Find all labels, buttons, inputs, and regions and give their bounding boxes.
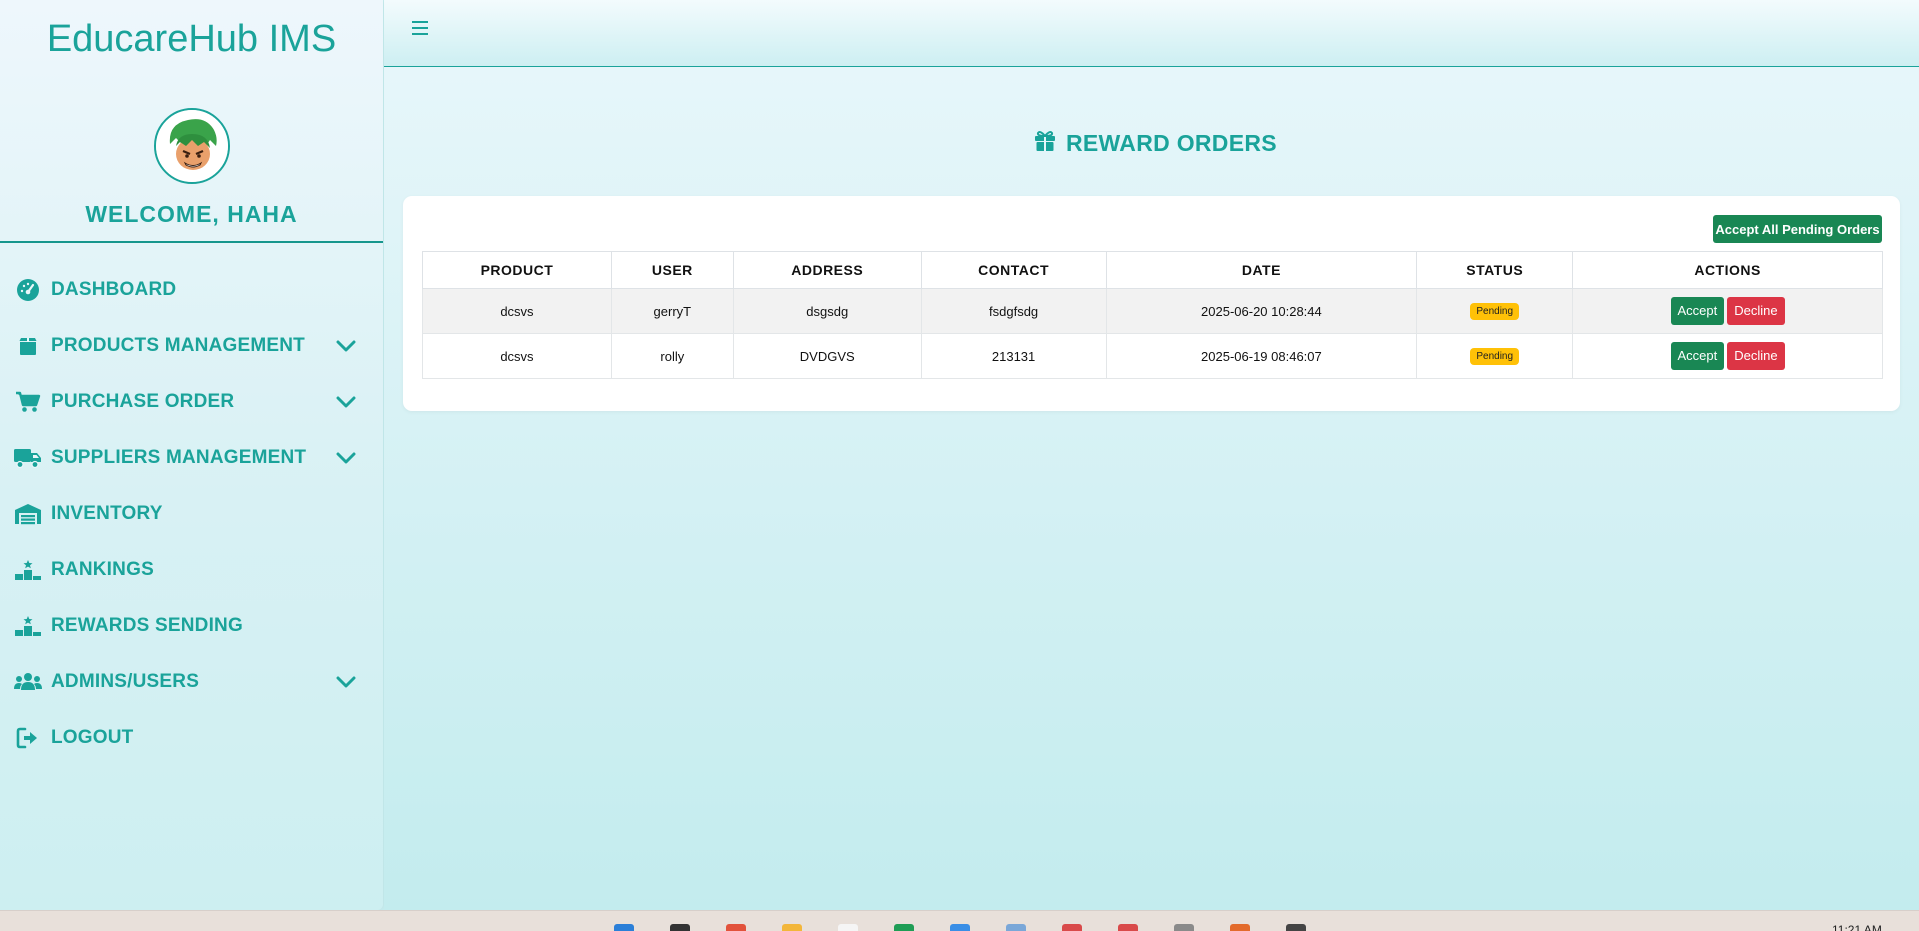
sidebar-item-label: PURCHASE ORDER: [51, 391, 235, 412]
sidebar-item-label: REWARDS SENDING: [51, 615, 243, 636]
sidebar-item-label: PRODUCTS MANAGEMENT: [51, 335, 305, 356]
sidebar-item-label: INVENTORY: [51, 503, 163, 524]
decline-button[interactable]: Decline: [1727, 342, 1785, 370]
chevron-down-icon[interactable]: [336, 672, 356, 692]
column-header-product[interactable]: PRODUCT: [422, 251, 612, 289]
chevron-down-icon[interactable]: [336, 336, 356, 356]
sidebar-item-label: ADMINS/USERS: [51, 671, 200, 692]
chevron-down-icon[interactable]: [336, 448, 356, 468]
sidebar-item-products-management[interactable]: PRODUCTS MANAGEMENT: [0, 326, 383, 366]
cell-user: rolly: [610, 333, 734, 379]
column-header-address[interactable]: ADDRESS: [732, 251, 922, 289]
cell-product: dcsvs: [422, 333, 612, 379]
status-badge: Pending: [1470, 348, 1520, 365]
column-header-date[interactable]: DATE: [1105, 251, 1418, 289]
cell-address: dsgsdg: [732, 288, 922, 334]
column-header-user[interactable]: USER: [610, 251, 734, 289]
cell-contact: 213131: [920, 333, 1107, 379]
cell-contact: fsdgfsdg: [920, 288, 1107, 334]
sidebar-item-label: RANKINGS: [51, 559, 154, 580]
cell-actions: Accept Decline: [1572, 333, 1883, 379]
cell-date: 2025-06-20 10:28:44: [1105, 288, 1418, 334]
sidebar-item-inventory[interactable]: INVENTORY: [0, 494, 383, 534]
divider: [0, 241, 383, 243]
sidebar-item-label: SUPPLIERS MANAGEMENT: [51, 447, 307, 468]
status-badge: Pending: [1470, 303, 1520, 320]
column-header-contact[interactable]: CONTACT: [920, 251, 1107, 289]
decline-button[interactable]: Decline: [1727, 297, 1785, 325]
sidebar-item-rewards-sending[interactable]: REWARDS SENDING: [0, 606, 383, 646]
accept-all-pending-button[interactable]: Accept All Pending Orders: [1713, 215, 1882, 243]
ranking-podium-icon: [14, 612, 42, 640]
welcome-text: WELCOME, HAHA: [85, 201, 298, 227]
sidebar-item-rankings[interactable]: RANKINGS: [0, 550, 383, 590]
brand-title: EducareHub IMS: [46, 18, 337, 60]
page-title-text: REWARD ORDERS: [1066, 129, 1277, 156]
table-row: dcsvs rolly DVDGVS 213131 2025-06-19 08:…: [422, 333, 1883, 379]
column-header-status[interactable]: STATUS: [1416, 251, 1574, 289]
cell-product: dcsvs: [422, 288, 612, 334]
accept-button[interactable]: Accept: [1670, 297, 1725, 325]
os-taskbar: 11:21 AM: [0, 910, 1919, 931]
sidebar-item-admins-users[interactable]: ADMINS/USERS: [0, 662, 383, 702]
logout-icon: [14, 724, 42, 752]
avatar-image: [156, 110, 228, 182]
cell-actions: Accept Decline: [1572, 288, 1883, 334]
cell-status: Pending: [1416, 333, 1574, 379]
users-icon: [14, 668, 42, 696]
table-header-row: PRODUCT USER ADDRESS CONTACT DATE STATUS…: [422, 251, 1883, 289]
reward-orders-table: PRODUCT USER ADDRESS CONTACT DATE STATUS…: [422, 251, 1883, 379]
cell-date: 2025-06-19 08:46:07: [1105, 333, 1418, 379]
cart-icon: [14, 388, 42, 416]
accept-button[interactable]: Accept: [1670, 342, 1725, 370]
sidebar-item-logout[interactable]: LOGOUT: [0, 718, 383, 758]
top-bar: [384, 0, 1919, 67]
sidebar-item-purchase-order[interactable]: PURCHASE ORDER: [0, 382, 383, 422]
sidebar-item-label: DASHBOARD: [51, 279, 177, 300]
chevron-down-icon[interactable]: [336, 392, 356, 412]
hamburger-menu-icon[interactable]: [412, 20, 430, 36]
ranking-podium-icon: [14, 556, 42, 584]
column-header-actions: ACTIONS: [1572, 251, 1883, 289]
box-icon: [14, 332, 42, 360]
page-title: REWARD ORDERS: [1034, 128, 1277, 158]
avatar: [154, 108, 230, 184]
truck-icon: [14, 444, 42, 472]
cell-address: DVDGVS: [732, 333, 922, 379]
table-row: dcsvs gerryT dsgsdg fsdgfsdg 2025-06-20 …: [422, 288, 1883, 334]
gift-icon: [1034, 128, 1056, 158]
cell-user: gerryT: [610, 288, 734, 334]
sidebar-item-label: LOGOUT: [51, 727, 134, 748]
sidebar-item-suppliers-management[interactable]: SUPPLIERS MANAGEMENT: [0, 438, 383, 478]
warehouse-icon: [14, 500, 42, 528]
cell-status: Pending: [1416, 288, 1574, 334]
sidebar-item-dashboard[interactable]: DASHBOARD: [0, 270, 383, 310]
sidebar: EducareHub IMS WELCOME, HAHA DASHBOARD P…: [0, 0, 383, 910]
main-content: [384, 67, 1919, 910]
dashboard-gauge-icon: [14, 276, 42, 304]
